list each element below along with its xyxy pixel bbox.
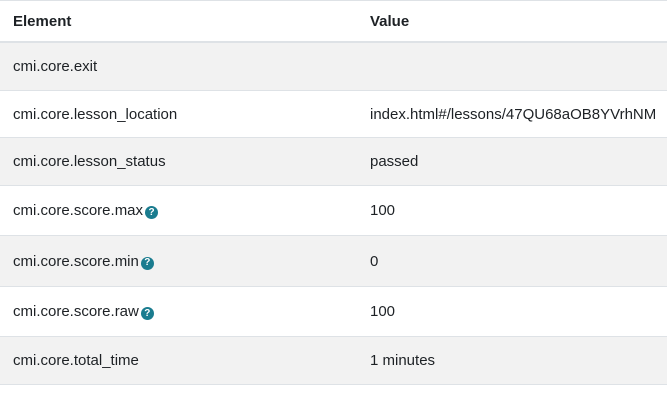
value-cell: passed — [370, 153, 419, 170]
table-row: cmi.core.exit — [0, 43, 667, 91]
value-cell: 100 — [370, 202, 396, 219]
column-header-value: Value — [370, 12, 410, 30]
element-name: cmi.core.score.max — [13, 202, 144, 219]
element-name: cmi.core.score.min — [13, 252, 139, 270]
scorm-track-table: Element Value cmi.core.exit cmi.core.les… — [0, 0, 667, 385]
element-name: cmi.core.lesson_status — [13, 153, 166, 170]
element-name: cmi.core.lesson_location — [13, 105, 178, 123]
element-cell: cmi.core.total_time — [13, 337, 139, 384]
value-cell: 1 minutes — [370, 352, 436, 369]
element-name: cmi.core.score.raw — [13, 303, 139, 320]
element-cell: cmi.core.score.raw? — [13, 287, 154, 336]
element-name: cmi.core.exit — [13, 58, 98, 75]
table-row: cmi.core.lesson_status passed — [0, 138, 667, 186]
table-header-row: Element Value — [0, 1, 667, 43]
element-cell: cmi.core.exit — [13, 43, 97, 90]
question-circle-icon[interactable]: ? — [140, 256, 154, 270]
element-cell: cmi.core.lesson_location — [13, 91, 177, 137]
value-cell: 0 — [370, 252, 379, 270]
column-header-element: Element — [13, 12, 72, 30]
element-cell: cmi.core.score.max? — [13, 186, 159, 235]
table-row: cmi.core.score.raw? 100 — [0, 287, 667, 337]
value-cell: index.html#/lessons/47QU68aOB8YVrhNM — [370, 105, 657, 123]
element-cell: cmi.core.score.min? — [13, 236, 154, 286]
element-name: cmi.core.total_time — [13, 352, 139, 369]
table-row: cmi.core.total_time 1 minutes — [0, 337, 667, 385]
question-circle-icon[interactable]: ? — [145, 206, 159, 219]
table-row: cmi.core.score.max? 100 — [0, 186, 667, 236]
table-row: cmi.core.lesson_location index.html#/les… — [0, 91, 667, 138]
question-circle-icon[interactable]: ? — [140, 307, 154, 320]
element-cell: cmi.core.lesson_status — [13, 138, 166, 185]
table-row: cmi.core.score.min? 0 — [0, 236, 667, 287]
value-cell: 100 — [370, 303, 396, 320]
